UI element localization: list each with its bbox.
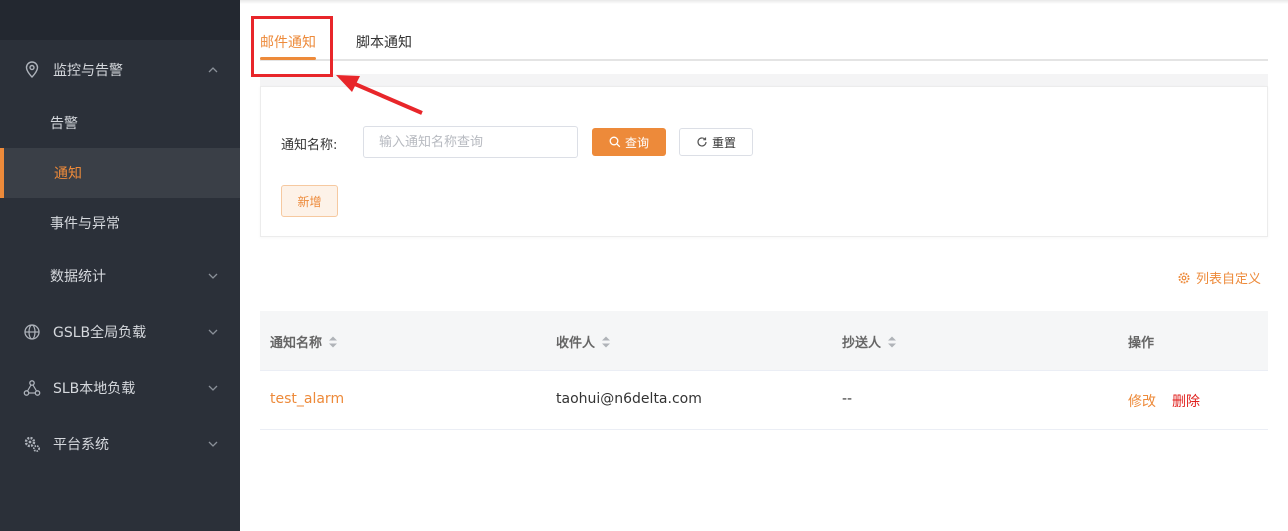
chevron-down-icon (208, 273, 218, 279)
sidebar-item-notification[interactable]: 通知 (0, 148, 240, 198)
edit-button[interactable]: 修改 (1128, 391, 1156, 411)
column-header-label: 抄送人 (842, 336, 882, 351)
tab-bar: 邮件通知 脚本通知 (260, 24, 1268, 61)
chevron-down-icon (208, 441, 218, 447)
sidebar-item-label: 平台系统 (53, 437, 109, 453)
reset-button[interactable]: 重置 (679, 128, 753, 156)
sidebar-item-gslb[interactable]: GSLB全局负载 (0, 307, 240, 357)
add-button[interactable]: 新增 (281, 185, 338, 217)
sidebar-item-slb[interactable]: SLB本地负载 (0, 363, 240, 413)
gear-icon (1178, 272, 1190, 283)
sidebar-item-events[interactable]: 事件与异常 (0, 198, 240, 248)
chevron-down-icon (208, 385, 218, 391)
annotation-highlight-box (251, 16, 333, 77)
sort-icon (888, 336, 897, 347)
sidebar-item-statistics[interactable]: 数据统计 (0, 251, 240, 301)
column-header-label: 收件人 (556, 336, 596, 351)
table-header: 通知名称 收件人 抄送人 操作 (260, 311, 1268, 371)
chevron-up-icon (208, 67, 218, 73)
sidebar-item-monitoring[interactable]: 监控与告警 (0, 45, 240, 95)
column-header-recipient[interactable]: 收件人 (556, 332, 611, 351)
column-header-label: 操作 (1128, 336, 1155, 351)
refresh-icon (697, 137, 707, 147)
table-row: test_alarm taohui@n6delta.com -- 修改 删除 (260, 371, 1268, 430)
sidebar-item-label: SLB本地负载 (53, 381, 136, 397)
search-icon (609, 136, 621, 148)
delete-button[interactable]: 删除 (1172, 391, 1200, 411)
query-button-label: 查询 (624, 135, 649, 150)
cc-cell: -- (842, 391, 853, 407)
sidebar-item-label: GSLB全局负载 (53, 325, 147, 341)
column-header-cc[interactable]: 抄送人 (842, 332, 897, 351)
list-customize-link[interactable]: 列表自定义 (1177, 268, 1261, 287)
query-button[interactable]: 查询 (592, 128, 666, 156)
network-nodes-icon (22, 378, 42, 398)
sidebar-item-alarm[interactable]: 告警 (0, 98, 240, 148)
column-header-actions: 操作 (1128, 332, 1154, 351)
tab-script-notification[interactable]: 脚本通知 (356, 32, 412, 52)
sort-icon (602, 336, 611, 347)
reset-button-label: 重置 (711, 135, 736, 150)
topbar-shadow (240, 0, 1288, 4)
sidebar-item-label: 数据统计 (50, 269, 106, 285)
sidebar-item-label: 事件与异常 (50, 216, 120, 232)
sidebar-header (0, 0, 240, 40)
gears-icon (22, 434, 42, 454)
sort-icon (329, 336, 338, 347)
chevron-down-icon (208, 329, 218, 335)
column-header-label: 通知名称 (270, 336, 323, 351)
notification-name-label: 通知名称: (281, 138, 338, 153)
sidebar-item-platform[interactable]: 平台系统 (0, 419, 240, 469)
location-pin-icon (22, 60, 42, 80)
annotation-arrow-icon (336, 75, 423, 115)
list-customize-label: 列表自定义 (1196, 272, 1262, 287)
sidebar-item-label: 告警 (50, 116, 78, 132)
sidebar-item-label: 通知 (54, 166, 82, 182)
recipient-cell: taohui@n6delta.com (556, 391, 702, 407)
notification-name-input[interactable] (363, 126, 578, 158)
sidebar: 监控与告警 告警 通知 事件与异常 数据统计 GSLB全局负载 SLB本地负载 … (0, 0, 240, 531)
globe-icon (22, 322, 42, 342)
sidebar-item-label: 监控与告警 (53, 63, 123, 79)
column-header-name[interactable]: 通知名称 (270, 332, 338, 351)
notification-name-link[interactable]: test_alarm (270, 391, 344, 407)
